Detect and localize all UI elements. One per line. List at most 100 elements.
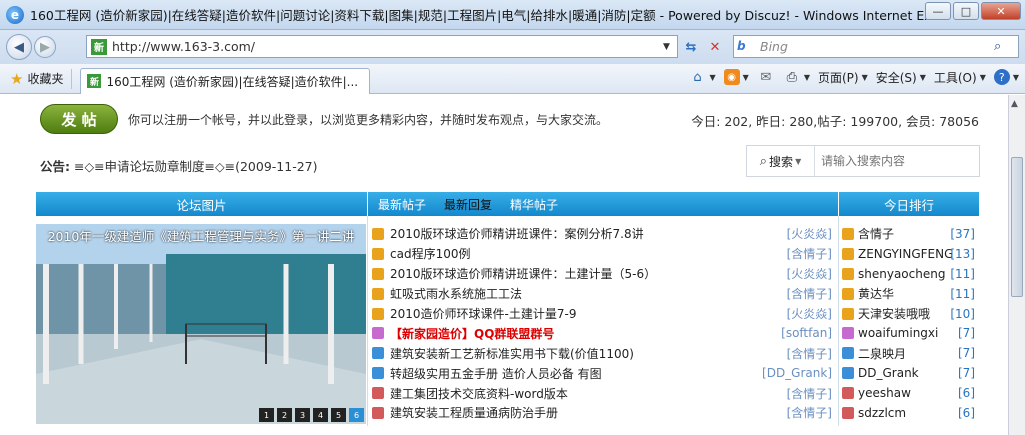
post-title-link[interactable]: cad程序100例 bbox=[390, 245, 470, 262]
post-type-icon bbox=[372, 387, 384, 400]
slideshow-page-button[interactable]: 1 bbox=[259, 408, 274, 422]
home-dropdown-icon[interactable]: ▼ bbox=[710, 73, 716, 82]
minimize-button[interactable]: — bbox=[925, 2, 951, 20]
post-title-link[interactable]: 转超级实用五金手册 造价人员必备 有图 bbox=[390, 365, 602, 382]
address-field[interactable]: 新 http://www.163-3.com/ ▼ bbox=[86, 35, 678, 58]
slideshow-page-button[interactable]: 3 bbox=[295, 408, 310, 422]
page-menu-dropdown-icon[interactable]: ▼ bbox=[862, 73, 868, 82]
post-type-icon bbox=[372, 307, 384, 320]
close-button[interactable]: ✕ bbox=[981, 2, 1021, 20]
posts-tabs-header: 最新帖子 最新回复 精华帖子 bbox=[368, 192, 838, 216]
post-author-link[interactable]: [含情子] bbox=[787, 385, 832, 402]
tab-latest-replies[interactable]: 最新回复 bbox=[444, 196, 492, 213]
forward-button[interactable]: ▶ bbox=[34, 36, 56, 58]
print-dropdown-icon[interactable]: ▼ bbox=[804, 73, 810, 82]
forum-search-input[interactable] bbox=[815, 147, 975, 175]
post-title-link[interactable]: 2010版环球造价师精讲班课件：案例分析7.8讲 bbox=[390, 225, 644, 242]
table-row: 2010版环球造价师精讲班课件：案例分析7.8讲 [火炎焱] bbox=[368, 224, 838, 244]
maximize-button[interactable]: □ bbox=[953, 2, 979, 20]
bing-search-placeholder[interactable]: Bing bbox=[760, 39, 994, 54]
post-author-link[interactable]: [softfan] bbox=[781, 326, 832, 340]
rank-badge-icon bbox=[842, 367, 854, 380]
ranking-count: [13] bbox=[950, 246, 975, 261]
post-author-link[interactable]: [火炎焱] bbox=[787, 305, 832, 322]
ranking-user-link[interactable]: 天津安装哦哦 bbox=[858, 305, 953, 322]
ranking-user-link[interactable]: shenyaocheng bbox=[858, 267, 953, 281]
new-post-button[interactable]: 发 帖 bbox=[40, 104, 118, 134]
search-type-select[interactable]: ⌕ 搜索 ▼ bbox=[747, 146, 815, 176]
browser-tab[interactable]: 新 160工程网 (造价新家园)|在线答疑|造价软件|... bbox=[80, 67, 371, 94]
url-text[interactable]: http://www.163-3.com/ bbox=[112, 39, 663, 54]
ranking-user-link[interactable]: 含情子 bbox=[858, 225, 953, 242]
slideshow-photo bbox=[36, 224, 366, 424]
safety-menu[interactable]: 安全(S) bbox=[876, 69, 917, 86]
slideshow-page-button[interactable]: 4 bbox=[313, 408, 328, 422]
post-title-link[interactable]: 2010版环球造价师精讲班课件：土建计量（5-6） bbox=[390, 265, 656, 282]
post-type-icon bbox=[372, 347, 384, 360]
photo-slideshow[interactable]: 2010年一级建造师《建筑工程管理与实务》第一讲二讲 123456 bbox=[36, 224, 366, 424]
ranking-user-link[interactable]: yeeshaw bbox=[858, 386, 953, 400]
announcement-link[interactable]: ≡◇≡申请论坛勋章制度≡◇≡(2009-11-27) bbox=[74, 159, 318, 174]
scrollbar-thumb[interactable] bbox=[1011, 157, 1023, 297]
list-item: 黄达华 [11] bbox=[839, 284, 979, 304]
list-item: DD_Grank [7] bbox=[839, 363, 979, 383]
post-type-icon bbox=[372, 287, 384, 300]
post-title-link[interactable]: 建筑安装工程质量通病防治手册 bbox=[390, 404, 558, 421]
post-author-link[interactable]: [火炎焱] bbox=[787, 265, 832, 282]
post-author-link[interactable]: [DD_Grank] bbox=[762, 366, 832, 380]
favorites-star-icon[interactable]: ★ bbox=[10, 70, 23, 88]
rss-dropdown-icon[interactable]: ▼ bbox=[743, 73, 749, 82]
ranking-user-link[interactable]: sdzzlcm bbox=[858, 406, 953, 420]
ranking-user-link[interactable]: ZENGYINGFENG bbox=[858, 247, 953, 261]
address-dropdown-icon[interactable]: ▼ bbox=[663, 42, 677, 52]
ranking-user-link[interactable]: woaifumingxi bbox=[858, 326, 953, 340]
ranking-count: [7] bbox=[958, 366, 975, 381]
post-author-link[interactable]: [含情子] bbox=[787, 245, 832, 262]
stop-icon[interactable]: ✕ bbox=[705, 37, 725, 57]
help-icon[interactable]: ? bbox=[993, 69, 1010, 85]
refresh-icon[interactable]: ⇆ bbox=[681, 37, 701, 57]
favorites-divider bbox=[71, 68, 73, 89]
announcement-label: 公告: bbox=[40, 159, 70, 174]
post-author-link[interactable]: [火炎焱] bbox=[787, 225, 832, 242]
page-menu[interactable]: 页面(P) bbox=[818, 69, 859, 86]
rss-feed-icon[interactable]: ◉ bbox=[723, 69, 740, 85]
bing-search-field[interactable]: b Bing ⌕ bbox=[733, 35, 1019, 58]
tab-latest-posts[interactable]: 最新帖子 bbox=[378, 196, 426, 213]
search-icon[interactable]: ⌕ bbox=[994, 39, 1014, 54]
post-author-link[interactable]: [含情子] bbox=[787, 404, 832, 421]
post-type-icon bbox=[372, 367, 384, 380]
ranking-user-link[interactable]: 黄达华 bbox=[858, 285, 953, 302]
magnifier-icon: ⌕ bbox=[759, 153, 768, 169]
table-row: 2010版环球造价师精讲班课件：土建计量（5-6） [火炎焱] bbox=[368, 264, 838, 284]
ranking-count: [6] bbox=[958, 405, 975, 420]
scroll-up-icon[interactable]: ▲ bbox=[1011, 99, 1018, 109]
post-title-link[interactable]: 建工集团技术交底资料-word版本 bbox=[390, 385, 568, 402]
post-author-link[interactable]: [含情子] bbox=[787, 285, 832, 302]
ranking-user-link[interactable]: DD_Grank bbox=[858, 366, 953, 380]
safety-menu-dropdown-icon[interactable]: ▼ bbox=[920, 73, 926, 82]
back-button[interactable]: ◀ bbox=[6, 34, 32, 60]
slideshow-page-button[interactable]: 5 bbox=[331, 408, 346, 422]
slideshow-page-button[interactable]: 6 bbox=[349, 408, 364, 422]
post-title-link[interactable]: 2010造价师环球课件-土建计量7-9 bbox=[390, 305, 576, 322]
forum-search: ⌕ 搜索 ▼ bbox=[746, 145, 980, 177]
mail-icon[interactable]: ✉ bbox=[757, 68, 775, 86]
post-author-link[interactable]: [含情子] bbox=[787, 345, 832, 362]
table-row: 虹吸式雨水系统施工工法 [含情子] bbox=[368, 284, 838, 304]
ranking-user-link[interactable]: 二泉映月 bbox=[858, 345, 953, 362]
slideshow-page-button[interactable]: 2 bbox=[277, 408, 292, 422]
help-dropdown-icon[interactable]: ▼ bbox=[1013, 73, 1019, 82]
vertical-scrollbar[interactable]: ▲ bbox=[1008, 95, 1025, 435]
print-icon[interactable]: ⎙ bbox=[783, 68, 801, 86]
post-title-link[interactable]: 建筑安装新工艺新标准实用书下载(价值1100) bbox=[390, 345, 634, 362]
tab-essence-posts[interactable]: 精华帖子 bbox=[510, 196, 558, 213]
home-icon[interactable]: ⌂ bbox=[689, 68, 707, 86]
tab-title[interactable]: 160工程网 (造价新家园)|在线答疑|造价软件|... bbox=[106, 73, 358, 90]
post-title-link[interactable]: 【新家园造价】QQ群联盟群号 bbox=[390, 325, 554, 342]
slideshow-caption[interactable]: 2010年一级建造师《建筑工程管理与实务》第一讲二讲 bbox=[36, 226, 366, 245]
post-title-link[interactable]: 虹吸式雨水系统施工工法 bbox=[390, 285, 522, 302]
tools-menu[interactable]: 工具(O) bbox=[934, 69, 977, 86]
favorites-button[interactable]: 收藏夹 bbox=[27, 70, 63, 87]
tools-menu-dropdown-icon[interactable]: ▼ bbox=[980, 73, 986, 82]
